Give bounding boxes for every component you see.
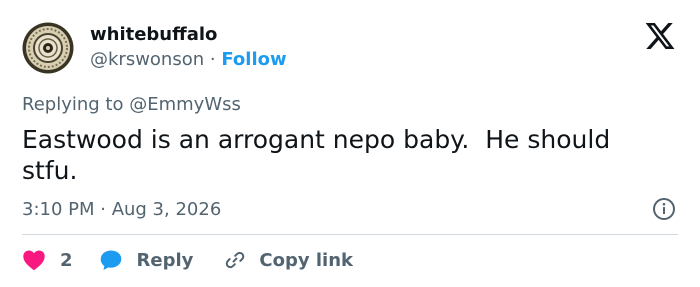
copy-link-button[interactable]: Copy link xyxy=(223,248,353,272)
avatar[interactable] xyxy=(22,22,74,74)
author-handle[interactable]: @krswonson xyxy=(90,49,204,70)
x-logo-icon[interactable] xyxy=(643,20,677,52)
divider xyxy=(22,234,678,235)
info-icon[interactable] xyxy=(652,197,676,221)
link-icon xyxy=(226,251,245,269)
reply-context-prefix: Replying to xyxy=(22,94,124,115)
tweet-text: Eastwood is an arrogant nepo baby. He sh… xyxy=(22,125,619,185)
copy-link-label: Copy link xyxy=(259,249,353,271)
tweet-card: whitebuffalo @krswonson · Follow Replyin… xyxy=(0,0,700,287)
author-handle-row: @krswonson · Follow xyxy=(90,49,287,70)
action-bar: 2 Reply Copy link xyxy=(22,246,353,274)
like-count: 2 xyxy=(60,249,73,271)
author-display-name[interactable]: whitebuffalo xyxy=(90,24,217,45)
reply-mention-link[interactable]: @EmmyWss xyxy=(129,94,241,115)
like-button[interactable]: 2 xyxy=(22,249,73,271)
separator-dot: · xyxy=(209,49,216,70)
tweet-timestamp[interactable]: 3:10 PM · Aug 3, 2026 xyxy=(22,199,221,220)
reply-button[interactable]: Reply xyxy=(99,248,194,272)
follow-button[interactable]: Follow xyxy=(221,49,286,70)
reply-context: Replying to @EmmyWss xyxy=(22,94,241,115)
reply-label: Reply xyxy=(136,249,194,271)
heart-icon xyxy=(23,250,45,271)
reply-bubble-icon xyxy=(100,250,121,270)
